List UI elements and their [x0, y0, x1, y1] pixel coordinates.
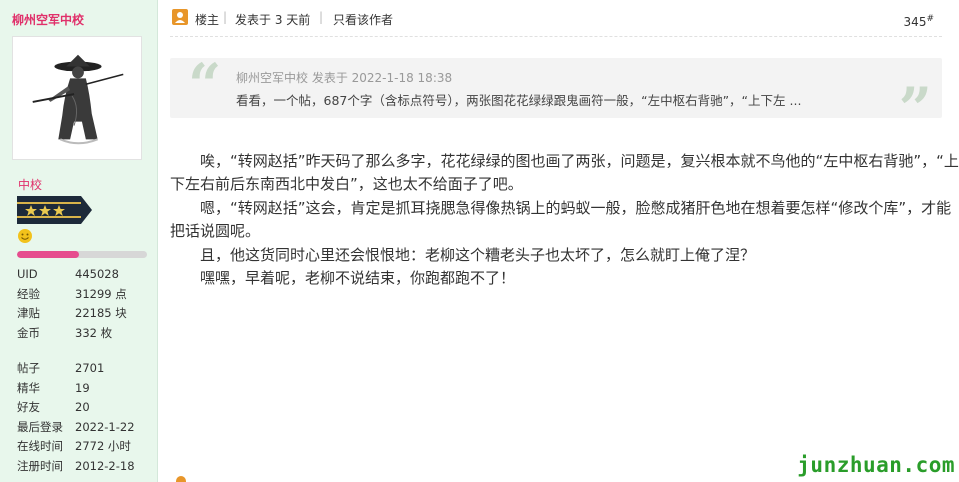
corner-icon — [176, 476, 186, 482]
stat-digest: 精华 19 — [17, 380, 90, 395]
rank-insignia-icon — [17, 196, 92, 224]
level-progress-bar — [17, 251, 147, 258]
paragraph: 嗯，“转网赵括”这会，肯定是抓耳挠腮急得像热锅上的蚂蚁一般，脸憋成猪肝色地在想着… — [170, 198, 952, 241]
quote-meta: 柳州空军中校 发表于 2022-1-18 18:38 — [236, 71, 453, 85]
sun-icon — [18, 229, 32, 243]
user-rank: 中校 — [18, 178, 43, 192]
quote-close-icon: ” — [898, 75, 932, 143]
header-divider — [170, 36, 942, 37]
thread-starter-icon — [172, 9, 188, 25]
floor-number[interactable]: 345# — [904, 14, 934, 29]
stat-posts: 帖子 2701 — [17, 361, 105, 375]
stat-last-login: 最后登录 2022-1-22 — [17, 419, 135, 434]
floor-hash: # — [926, 14, 934, 24]
avatar-image — [32, 54, 124, 145]
stat-online-time: 在线时间 2772 小时 — [17, 439, 131, 453]
user-stats: UID 445028 经验 31299 点 津贴 22185 块 金币 332 … — [17, 265, 153, 476]
thread-starter-label: 楼主 — [195, 13, 220, 27]
divider: | — [223, 10, 228, 24]
quote-text: 看看，一个帖，687个字（含标点符号），两张图花花绿绿跟鬼画符一般，“左中枢右背… — [236, 93, 802, 108]
stat-uid: UID 445028 — [17, 267, 119, 281]
post-header: 楼主 | 发表于 3 天前 | 只看该作者 345# — [170, 8, 940, 32]
post-content: 唉，“转网赵括”昨天码了那么多字，花花绿绿的图也画了两张，问题是，复兴根本就不鸟… — [170, 150, 959, 290]
level-icons — [18, 229, 61, 243]
site-watermark: junzhuan.com — [797, 453, 955, 477]
divider: | — [319, 10, 324, 24]
stat-register-time: 注册时间 2012-2-18 — [17, 458, 135, 473]
stat-friends: 好友 20 — [17, 400, 90, 414]
username-link[interactable]: 柳州空军中校 — [12, 11, 84, 28]
level-progress-fill — [17, 251, 80, 258]
stat-experience: 经验 31299 点 — [17, 286, 127, 301]
moon-icon — [54, 229, 61, 243]
post-time: 发表于 3 天前 — [235, 13, 311, 27]
paragraph: 且，他这货同时心里还会恨恨地：老柳这个糟老头子也太坏了，怎么就盯上俺了涅？ — [200, 245, 756, 264]
stat-allowance: 津贴 22185 块 — [17, 306, 127, 320]
moon-icon — [37, 229, 44, 243]
paragraph: 嘿嘿，早着呢，老柳不说结束，你跑都跑不了！ — [200, 269, 516, 288]
floor-value: 345 — [903, 15, 927, 29]
quote-open-icon: “ — [188, 51, 222, 119]
user-panel: 柳州空军中校 中校 UID 445028 经验 31299 点 津贴 22185… — [0, 0, 158, 482]
stat-gold: 金币 332 枚 — [17, 325, 113, 340]
quote-block: “ 柳州空军中校 发表于 2022-1-18 18:38 看看，一个帖，687个… — [170, 51, 942, 138]
paragraph: 唉，“转网赵括”昨天码了那么多字，花花绿绿的图也画了两张，问题是，复兴根本就不鸟… — [170, 152, 959, 194]
avatar[interactable] — [12, 36, 142, 160]
view-author-only-link[interactable]: 只看该作者 — [333, 11, 393, 28]
